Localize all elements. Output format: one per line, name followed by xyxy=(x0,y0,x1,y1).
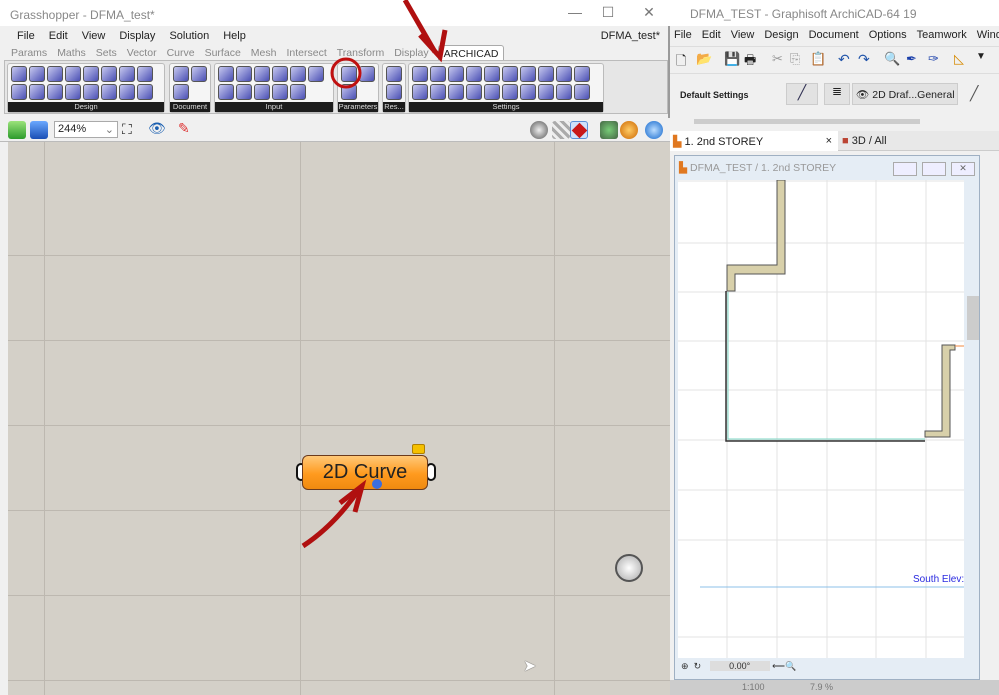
menu-document[interactable]: Document xyxy=(805,27,865,45)
annotation-overlay xyxy=(301,0,448,549)
rotate-icon[interactable]: ↻ xyxy=(694,661,702,671)
chevron-down-icon[interactable]: ▼ xyxy=(976,51,986,62)
tab-3d-all[interactable]: ■ 3D / All xyxy=(842,135,887,147)
measure-icon[interactable]: ◺ xyxy=(954,51,964,67)
menu-options[interactable]: Options xyxy=(865,27,913,45)
cut-icon[interactable]: ✂ xyxy=(772,51,783,67)
bottom-bar: ⊕ ↻ 0.00° ⟵🔍 xyxy=(681,661,796,672)
eyedropper-icon[interactable]: ✒ xyxy=(906,51,917,67)
zoom-back-icon[interactable]: ⟵🔍 xyxy=(772,661,796,671)
camera-icon: ■ xyxy=(842,135,849,147)
minimize-button[interactable] xyxy=(893,162,917,176)
zoom-value[interactable]: 7.9 % xyxy=(810,682,833,692)
elevation-marker-label[interactable]: South Elev: xyxy=(913,574,964,585)
info-box: Default Settings ╱ ≣ 👁 2D Draf...General… xyxy=(670,75,999,127)
layer-combo[interactable]: 👁 2D Draf...General xyxy=(852,83,958,105)
line-tool-icon[interactable]: ╱ xyxy=(786,83,818,105)
new-file-icon[interactable]: 🗋 xyxy=(676,52,686,74)
menu-view[interactable]: View xyxy=(727,27,761,45)
paste-icon[interactable]: 📋 xyxy=(810,51,826,67)
floor-plan-canvas[interactable]: South Elev: xyxy=(678,180,964,658)
menu-design[interactable]: Design xyxy=(760,27,804,45)
layer-stack-icon[interactable]: ≣ xyxy=(824,83,850,105)
status-bar: 1:100 7.9 % xyxy=(670,680,999,695)
menu-file[interactable]: File xyxy=(670,27,698,45)
menu-bar: File Edit View Design Document Options T… xyxy=(670,27,999,45)
curve-outline[interactable] xyxy=(725,291,925,442)
tab-2nd-storey[interactable]: ▙ 1. 2nd STOREY × xyxy=(670,131,838,151)
copy-icon[interactable]: ⎘ xyxy=(790,51,800,67)
tab-label: 1. 2nd STOREY xyxy=(684,136,764,148)
menu-edit[interactable]: Edit xyxy=(698,27,727,45)
wall-top[interactable] xyxy=(726,180,786,292)
close-button[interactable]: ✕ xyxy=(951,162,975,176)
floor-plan-icon: ▙ xyxy=(679,162,688,174)
print-icon[interactable]: 🖶 xyxy=(744,51,756,73)
redo-icon[interactable]: ↷ xyxy=(858,51,870,68)
grasshopper-window: Grasshopper - DFMA_test* — ☐ ✕ File Edit… xyxy=(0,0,670,695)
floor-plan-icon: ▙ xyxy=(673,136,682,148)
archicad-window: DFMA_TEST - Graphisoft ArchiCAD-64 19 Fi… xyxy=(670,0,999,695)
find-select-icon[interactable]: 🔍 xyxy=(884,51,900,67)
menu-window[interactable]: Wind xyxy=(973,27,999,45)
wall-right[interactable] xyxy=(924,344,956,438)
floor-plan-drawing: South Elev: xyxy=(678,180,964,658)
info-box-label: Default Settings xyxy=(680,90,749,100)
menu-teamwork[interactable]: Teamwork xyxy=(913,27,973,45)
tab-label: 3D / All xyxy=(851,135,887,147)
view-tabs: ▙ 1. 2nd STOREY × ■ 3D / All xyxy=(670,131,999,151)
annotation-circle xyxy=(330,57,362,89)
restore-button[interactable] xyxy=(922,162,946,176)
open-folder-icon[interactable]: 📂 xyxy=(696,51,712,67)
subwindow-title-text: DFMA_TEST / 1. 2nd STOREY xyxy=(690,162,837,174)
standard-toolbar: 🗋 📂 💾 🖶 ✂ ⎘ 📋 ↶ ↷ 🔍 ✒ ✑ ◺ ▼ xyxy=(670,46,999,74)
close-tab-icon[interactable]: × xyxy=(826,135,832,147)
undo-icon[interactable]: ↶ xyxy=(838,51,850,68)
vertical-scrollbar[interactable] xyxy=(967,296,979,340)
eye-icon: 👁 xyxy=(856,89,873,101)
angle-field[interactable]: 0.00° xyxy=(709,661,770,671)
window-title: DFMA_TEST - Graphisoft ArchiCAD-64 19 xyxy=(670,0,999,26)
syringe-icon[interactable]: ✑ xyxy=(928,51,939,67)
scale-value[interactable]: 1:100 xyxy=(742,682,765,692)
line-type-icon[interactable]: ╱ xyxy=(970,85,978,102)
save-icon[interactable]: 💾 xyxy=(724,51,740,67)
zoom-fit-icon[interactable]: ⊕ xyxy=(681,661,689,671)
info-box-scrollbar[interactable] xyxy=(694,119,920,124)
subwindow-title: ▙ DFMA_TEST / 1. 2nd STOREY xyxy=(679,162,836,174)
layer-name: 2D Draf...General xyxy=(872,89,955,101)
